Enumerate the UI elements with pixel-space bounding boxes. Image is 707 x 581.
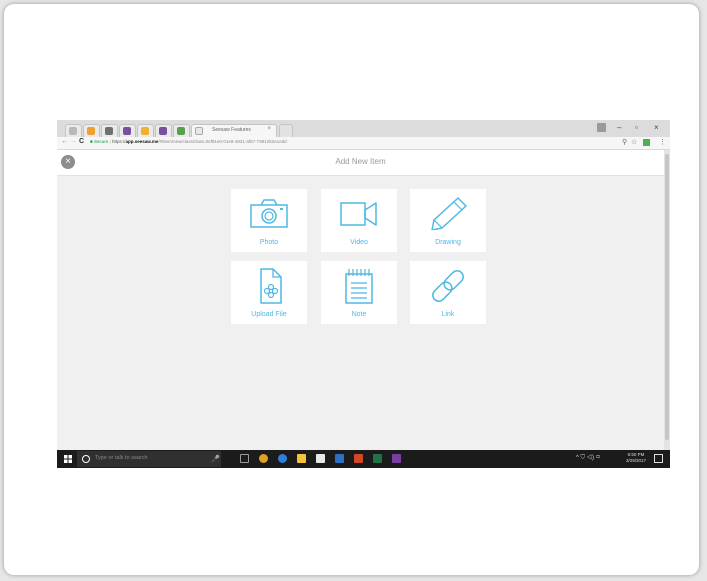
link-option-button[interactable]: Link	[410, 261, 486, 324]
upload-file-option-label: Upload File	[251, 311, 287, 318]
pinned-tab[interactable]	[65, 124, 82, 137]
file-explorer-icon[interactable]	[297, 454, 306, 463]
upload-file-option-button[interactable]: Upload File	[231, 261, 307, 324]
camera-icon	[250, 199, 288, 228]
pinned-tab[interactable]	[173, 124, 190, 137]
tech-app-icon	[123, 127, 131, 135]
forward-icon[interactable]: →	[70, 138, 77, 145]
onenote-icon[interactable]	[392, 454, 401, 463]
url-scheme: https://	[111, 139, 126, 144]
powerpoint-icon[interactable]	[354, 454, 363, 463]
pinned-tab[interactable]	[101, 124, 118, 137]
bookmark-star-icon[interactable]: ☆	[631, 138, 637, 146]
orange-app-icon	[87, 127, 95, 135]
clock-date: 3/29/2017	[626, 458, 647, 463]
note-option-label: Note	[351, 311, 367, 318]
pinned-tab[interactable]	[155, 124, 172, 137]
task-view-icon[interactable]	[240, 454, 249, 463]
back-icon[interactable]: ←	[61, 138, 68, 145]
pinned-tab[interactable]	[119, 124, 136, 137]
url-path: /#/item/new/class/class.0ef91e0-01e9-482…	[158, 139, 287, 144]
note-option-button[interactable]: Note	[321, 261, 397, 324]
microphone-icon[interactable]: 🎤	[211, 455, 220, 463]
excel-icon[interactable]	[373, 454, 382, 463]
search-placeholder: Type or talk to search	[95, 455, 148, 461]
close-tab-icon[interactable]: ×	[267, 126, 271, 132]
tab-title: Seesaw Features	[212, 127, 251, 133]
upload-file-icon	[260, 268, 282, 304]
drawing-option-button[interactable]: Drawing	[410, 189, 486, 252]
scrollbar[interactable]	[664, 150, 670, 450]
chrome-icon[interactable]	[259, 454, 268, 463]
store-icon[interactable]	[316, 454, 325, 463]
photo-option-label: Photo	[259, 239, 279, 246]
edge-icon[interactable]	[278, 454, 287, 463]
secure-label: Secure	[93, 139, 109, 144]
minimize-icon[interactable]: –	[617, 123, 621, 132]
action-center-icon[interactable]	[654, 454, 663, 463]
green-app-icon	[177, 127, 185, 135]
drawing-option-label: Drawing	[435, 239, 461, 246]
tab-strip: Seesaw Features × – ▫ ×	[57, 120, 670, 137]
windows-start-icon[interactable]	[64, 455, 72, 463]
video-option-label: Video	[350, 239, 368, 246]
link-option-label: Link	[441, 311, 455, 318]
page-title: Add New Item	[335, 157, 386, 166]
notepad-icon	[345, 269, 373, 304]
clock[interactable]: 6:50 PM 3/29/2017	[626, 452, 646, 464]
pinned-tab[interactable]	[137, 124, 154, 137]
link-icon	[432, 270, 464, 302]
maximize-icon[interactable]: ▫	[635, 123, 638, 132]
taskbar-search-box[interactable]: Type or talk to search 🎤	[77, 451, 221, 467]
browser-window: Seesaw Features × – ▫ × ← → C ■ Secure |…	[57, 120, 670, 468]
pencil-icon	[431, 197, 467, 230]
scroll-thumb[interactable]	[665, 154, 669, 440]
outlook-icon[interactable]	[335, 454, 344, 463]
seesaw-icon	[195, 127, 203, 135]
reload-icon[interactable]: C	[79, 138, 84, 145]
gear-icon	[69, 127, 77, 135]
page-header: × Add New Item	[57, 150, 664, 176]
star-app-icon	[141, 127, 149, 135]
cortana-icon	[82, 455, 90, 463]
lock-icon: ■	[90, 139, 93, 144]
profile-icon[interactable]	[597, 123, 606, 132]
tech-app-icon	[159, 127, 167, 135]
home-icon	[105, 127, 113, 135]
screenshot-frame: Seesaw Features × – ▫ × ← → C ■ Secure |…	[4, 4, 699, 575]
chrome-menu-icon[interactable]: ⋮	[659, 138, 666, 146]
url-host: app.seesaw.me	[125, 139, 159, 144]
new-tab-button[interactable]	[279, 124, 293, 137]
close-window-icon[interactable]: ×	[654, 123, 659, 132]
tab-seesaw-features[interactable]: Seesaw Features ×	[191, 124, 277, 137]
address-bar: ← → C ■ Secure | https://app.seesaw.me/#…	[57, 137, 670, 150]
windows-taskbar: Type or talk to search 🎤 ^ ⛉ ◁) ▭ 6:50 P…	[57, 450, 670, 468]
extension-icon[interactable]	[643, 139, 650, 146]
extensions-icon[interactable]: ⚲	[622, 138, 627, 146]
video-option-button[interactable]: Video	[321, 189, 397, 252]
pinned-tab[interactable]	[83, 124, 100, 137]
video-camera-icon	[340, 202, 377, 226]
url-field[interactable]: ■ Secure | https://app.seesaw.me/#/item/…	[90, 139, 287, 144]
photo-option-button[interactable]: Photo	[231, 189, 307, 252]
system-tray-icons[interactable]: ^ ⛉ ◁) ▭	[576, 455, 600, 462]
